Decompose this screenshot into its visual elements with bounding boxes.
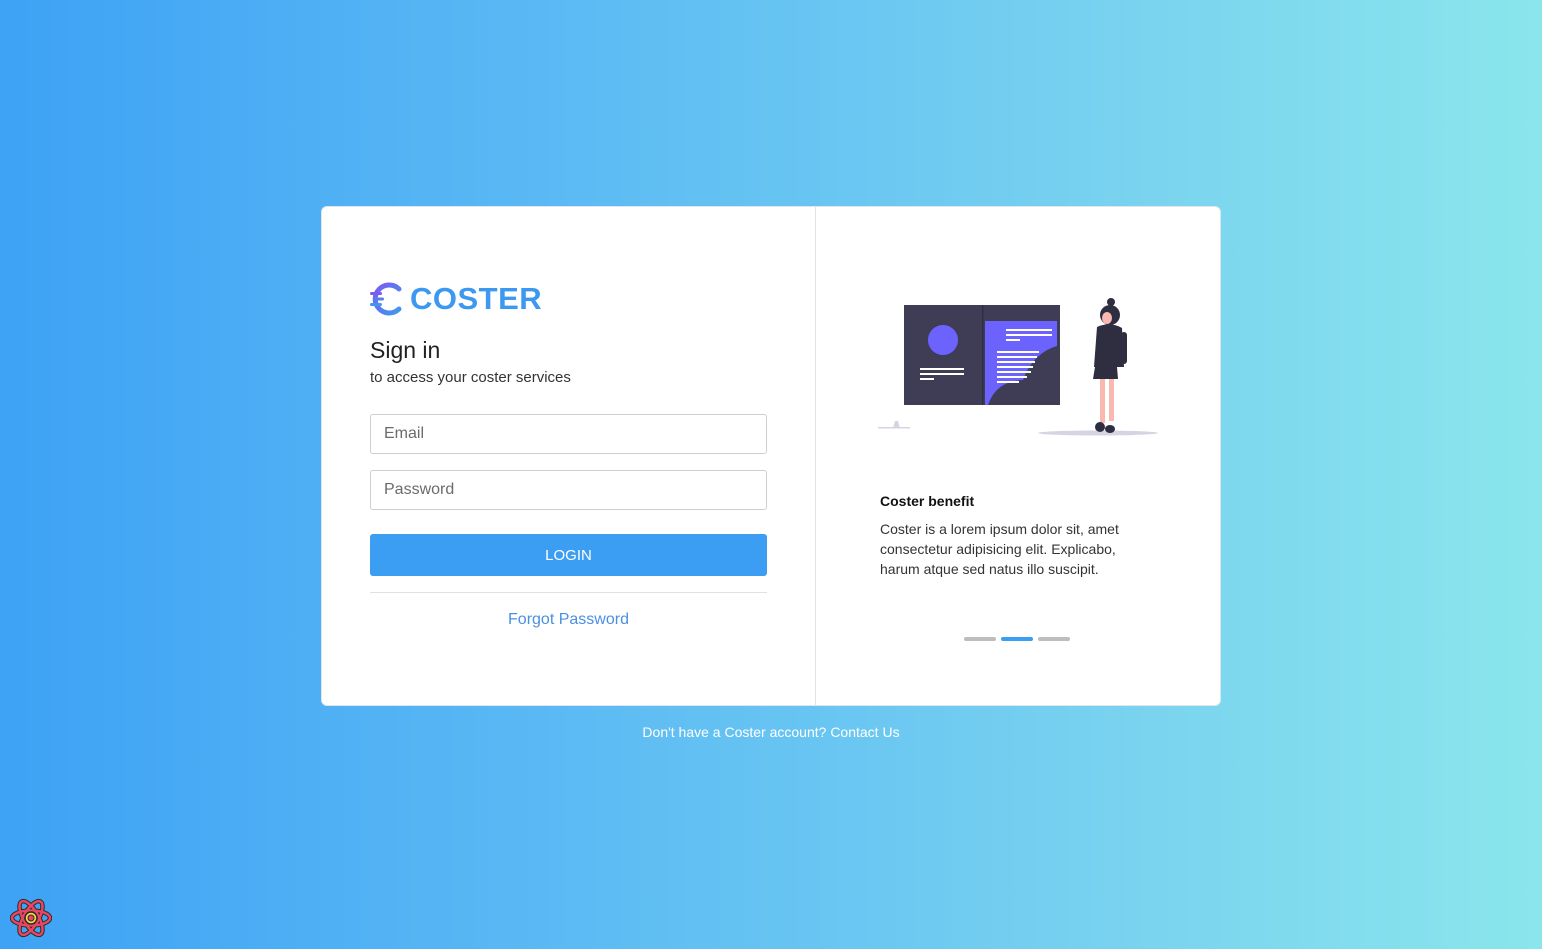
page-title: Sign in <box>370 337 441 363</box>
carousel-dot-3[interactable] <box>1038 637 1070 641</box>
presentation-illustration <box>878 298 1158 436</box>
brand-name: COSTER <box>410 281 543 316</box>
forgot-password-link[interactable]: Forgot Password <box>370 611 767 629</box>
login-card: COSTER Sign in to access your coster ser… <box>321 206 1221 706</box>
brand-logo: COSTER <box>370 281 542 317</box>
carousel-text: Coster is a lorem ipsum dolor sit, amet … <box>880 521 1119 577</box>
carousel-indicators <box>964 637 1070 641</box>
carousel-heading: Coster benefit <box>880 493 975 509</box>
password-field[interactable] <box>370 470 767 510</box>
carousel-panel: Coster benefit Coster is a lorem ipsum d… <box>816 207 1220 705</box>
page-subtitle: to access your coster services <box>370 369 571 386</box>
carousel-dot-2[interactable] <box>1001 637 1033 641</box>
login-button[interactable]: LOGIN <box>370 534 767 576</box>
signin-panel: COSTER Sign in to access your coster ser… <box>322 207 816 705</box>
divider <box>370 592 767 593</box>
carousel-dot-1[interactable] <box>964 637 996 641</box>
contact-us-link[interactable]: Don't have a Coster account? Contact Us <box>0 724 1542 740</box>
coster-logo-icon <box>370 282 402 316</box>
react-devtools-icon[interactable] <box>10 897 52 939</box>
email-field[interactable] <box>370 414 767 454</box>
